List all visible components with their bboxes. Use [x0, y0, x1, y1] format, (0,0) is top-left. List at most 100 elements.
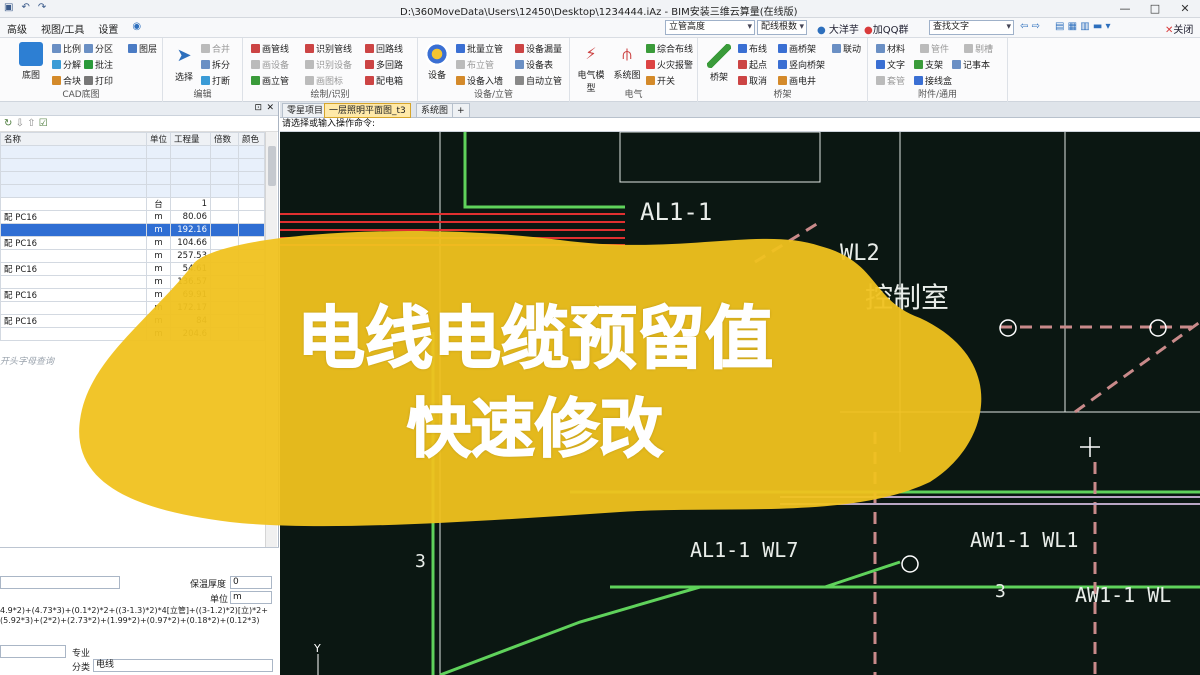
device-leak-button[interactable]: 设备漏量 [515, 42, 562, 55]
cell-color[interactable] [238, 210, 265, 224]
table-row[interactable] [0, 145, 265, 159]
col-quantity[interactable]: 工程量 [170, 132, 211, 146]
cell-color[interactable] [238, 171, 265, 185]
draw-shaft-button[interactable]: 画电井 [778, 74, 816, 87]
cell-color[interactable] [238, 184, 265, 198]
bracket-button[interactable]: 支架 [914, 58, 943, 71]
route-wire-button[interactable]: 布线 [738, 42, 767, 55]
draw-riser-button[interactable]: 画立管 [251, 74, 289, 87]
cad-label-axis-3b[interactable]: 3 [995, 581, 1006, 602]
integrated-wiring-button[interactable]: 综合布线 [646, 42, 693, 55]
lamp-icon[interactable] [1080, 437, 1100, 457]
cell-color[interactable] [238, 236, 265, 250]
cell-unit[interactable] [146, 158, 171, 172]
sleeve-button[interactable]: 套管 [876, 74, 905, 87]
notepad-button[interactable]: 记事本 [952, 58, 990, 71]
close-drawing-button[interactable]: ✕关闭 [1165, 21, 1193, 36]
cell-name[interactable] [0, 223, 147, 237]
text-button[interactable]: 文字 [876, 58, 905, 71]
cell-unit[interactable]: m [146, 249, 171, 263]
col-color[interactable]: 颜色 [238, 132, 265, 146]
fire-alarm-button[interactable]: 火灾报警 [646, 58, 693, 71]
formula-text[interactable]: 4.9*2)+(4.73*3)+(0.1*2)*2+((3-1.3)*2)*4[… [0, 606, 275, 626]
table-row[interactable] [0, 184, 265, 198]
cell-color[interactable] [238, 249, 265, 263]
cell-unit[interactable]: m [146, 223, 171, 237]
cell-color[interactable] [238, 145, 265, 159]
cell-name[interactable]: 配 PC16 [0, 314, 147, 328]
search-text-input[interactable]: 查找文字 [929, 20, 1014, 35]
cell-unit[interactable]: m [146, 236, 171, 250]
unit-select[interactable]: m [230, 591, 272, 604]
groove-button[interactable]: 剔槽 [964, 42, 993, 55]
print-button[interactable]: 打印 [84, 74, 113, 87]
cad-label-wl2[interactable]: WL2 [840, 241, 880, 266]
maximize-button[interactable]: □ [1140, 0, 1170, 18]
fitting-button[interactable]: 管件 [920, 42, 949, 55]
cell-color[interactable] [238, 275, 265, 289]
cell-quantity[interactable] [170, 171, 211, 185]
refresh-icon[interactable]: ↻ [4, 118, 12, 129]
cell-name[interactable] [0, 327, 147, 341]
tab-system-diagram[interactable]: 系统图 [416, 103, 454, 118]
menu-advanced[interactable]: 高级 [0, 21, 34, 36]
select-button[interactable]: ➤ 选择 [167, 44, 201, 83]
class-select[interactable]: 电线 [93, 659, 273, 672]
scroll-thumb[interactable] [268, 146, 276, 186]
cell-name[interactable]: 配 PC16 [0, 236, 147, 250]
draw-pipe-button[interactable]: 画管线 [251, 42, 289, 55]
layer-button[interactable]: 图层 [128, 42, 157, 55]
toolbar-icons[interactable]: ▤ ▦ ▥ ▬ ▾ [1055, 21, 1111, 32]
cell-unit[interactable]: m [146, 327, 171, 341]
cell-color[interactable] [238, 223, 265, 237]
cell-name[interactable]: 配 PC16 [0, 210, 147, 224]
multi-loop-button[interactable]: 多回路 [365, 58, 403, 71]
col-multiplier[interactable]: 倍数 [210, 132, 239, 146]
cad-label-axis-3a[interactable]: 3 [415, 551, 426, 572]
cell-unit[interactable]: m [146, 210, 171, 224]
cad-label-aw1-wl[interactable]: AW1-1 WL [1075, 583, 1171, 607]
cell-unit[interactable]: m [146, 262, 171, 276]
help-icon[interactable]: ◉ [125, 21, 148, 36]
explode-button[interactable]: 分解 [52, 58, 81, 71]
cell-multiplier[interactable] [210, 145, 239, 159]
cell-quantity[interactable]: 69.91 [170, 288, 211, 302]
cell-quantity[interactable]: 204.6 [170, 327, 211, 341]
cell-unit[interactable]: m [146, 314, 171, 328]
table-row[interactable]: m 192.16 [0, 223, 265, 237]
cell-unit[interactable]: 台 [146, 197, 171, 211]
distribution-box-button[interactable]: 配电箱 [365, 74, 403, 87]
table-row[interactable]: m 257.53 [0, 249, 265, 263]
base-map-button[interactable]: 底图 [14, 42, 48, 81]
auto-riser-button[interactable]: 自动立管 [515, 74, 562, 87]
system-diagram-button[interactable]: ⫛ 系统图 [610, 42, 644, 81]
cell-multiplier[interactable] [210, 184, 239, 198]
junction-box-button[interactable]: 接线盒 [914, 74, 952, 87]
cell-unit[interactable]: m [146, 301, 171, 315]
cell-name[interactable] [0, 184, 147, 198]
cancel-button[interactable]: 取消 [738, 74, 767, 87]
cell-multiplier[interactable] [210, 223, 239, 237]
cell-quantity[interactable]: 80.06 [170, 210, 211, 224]
menu-settings[interactable]: 设置 [91, 21, 125, 36]
draw-device-button[interactable]: 画设备 [251, 58, 289, 71]
cell-multiplier[interactable] [210, 236, 239, 250]
cad-label-al1-wl7[interactable]: AL1-1 WL7 [690, 538, 798, 562]
cad-viewport[interactable]: 零星项目 一层照明平面图_t3 系统图 + 请选择或输入操作命令: AL1-1 … [280, 102, 1200, 675]
tab-floor1-lighting[interactable]: 一层照明平面图_t3 [324, 103, 411, 118]
cell-unit[interactable] [146, 184, 171, 198]
check-icon[interactable]: ☑ [39, 118, 48, 129]
pin-icon[interactable]: ⊡ [254, 103, 262, 113]
table-row[interactable] [0, 171, 265, 185]
menu-view-tools[interactable]: 视图/工具 [34, 21, 91, 36]
merge-block-button[interactable]: 合块 [52, 74, 81, 87]
cell-color[interactable] [238, 158, 265, 172]
table-row[interactable]: 配 PC16 m 104.66 [0, 236, 265, 250]
device-into-wall-button[interactable]: 设备入墙 [456, 74, 503, 87]
cad-label-control-room[interactable]: 控制室 [865, 281, 949, 314]
cell-unit[interactable] [146, 171, 171, 185]
search-hint[interactable]: 开头字母查询 [0, 354, 54, 367]
table-row[interactable] [0, 158, 265, 172]
cell-multiplier[interactable] [210, 158, 239, 172]
table-row[interactable]: 配 PC16 m 80.06 [0, 210, 265, 224]
